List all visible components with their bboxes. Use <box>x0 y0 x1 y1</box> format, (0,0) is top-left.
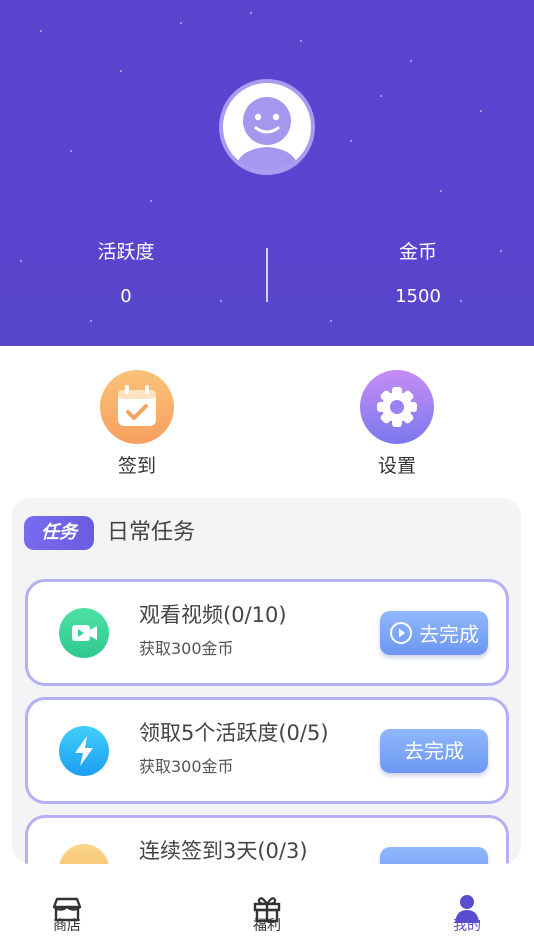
profile-header: 活跃度 0 金币 1500 <box>0 0 534 346</box>
coins-stat: 金币 1500 <box>338 240 498 309</box>
user-avatar-icon[interactable] <box>219 79 315 175</box>
task-title: 领取5个活跃度(0/5) <box>139 721 329 745</box>
stat-divider <box>266 248 268 302</box>
gear-icon <box>360 370 434 444</box>
go-complete-label: 去完成 <box>419 622 479 647</box>
task-reward: 获取300金币 <box>139 639 234 658</box>
bottom-nav: 商店 福利 我的 <box>0 882 534 950</box>
activity-value: 0 <box>120 286 132 307</box>
tasks-badge: 任务 <box>24 516 94 550</box>
coins-label: 金币 <box>398 241 437 263</box>
play-circle-icon <box>390 622 412 644</box>
checkin-label: 签到 <box>117 455 156 477</box>
activity-label: 活跃度 <box>97 241 155 263</box>
nav-item-shop[interactable]: 商店 <box>32 892 102 934</box>
nav-label-shop: 商店 <box>53 918 81 934</box>
settings-button[interactable]: 设置 <box>337 370 457 478</box>
nav-label-welfare: 福利 <box>253 918 281 934</box>
task-title: 连续签到3天(0/3) <box>139 839 308 863</box>
daily-tasks-panel[interactable]: 任务 日常任务 观看视频(0/10) 获取300金币 去完成 领取5个活跃度(0… <box>12 498 521 864</box>
nav-label-mine: 我的 <box>453 918 481 934</box>
go-complete-button[interactable]: 去完成 <box>380 729 488 773</box>
task-card-checkin-streak: 连续签到3天(0/3) <box>25 815 509 864</box>
coins-value: 1500 <box>395 286 441 307</box>
nav-item-welfare[interactable]: 福利 <box>232 892 302 934</box>
task-reward: 获取300金币 <box>139 757 234 776</box>
task-card-collect-activity: 领取5个活跃度(0/5) 获取300金币 去完成 <box>25 697 509 804</box>
lightning-icon <box>59 726 109 776</box>
calendar-check-icon <box>100 370 174 444</box>
activity-stat: 活跃度 0 <box>46 240 206 309</box>
panel-title: 日常任务 <box>107 520 196 545</box>
task-card-watch-video: 观看视频(0/10) 获取300金币 去完成 <box>25 579 509 686</box>
checkin-button[interactable]: 签到 <box>77 370 197 478</box>
task-title: 观看视频(0/10) <box>139 603 287 627</box>
calendar-icon <box>59 844 109 864</box>
video-icon <box>59 608 109 658</box>
go-complete-button[interactable]: 去完成 <box>380 611 488 655</box>
go-complete-button[interactable] <box>380 847 488 864</box>
settings-label: 设置 <box>377 455 416 477</box>
nav-item-mine[interactable]: 我的 <box>432 892 502 934</box>
